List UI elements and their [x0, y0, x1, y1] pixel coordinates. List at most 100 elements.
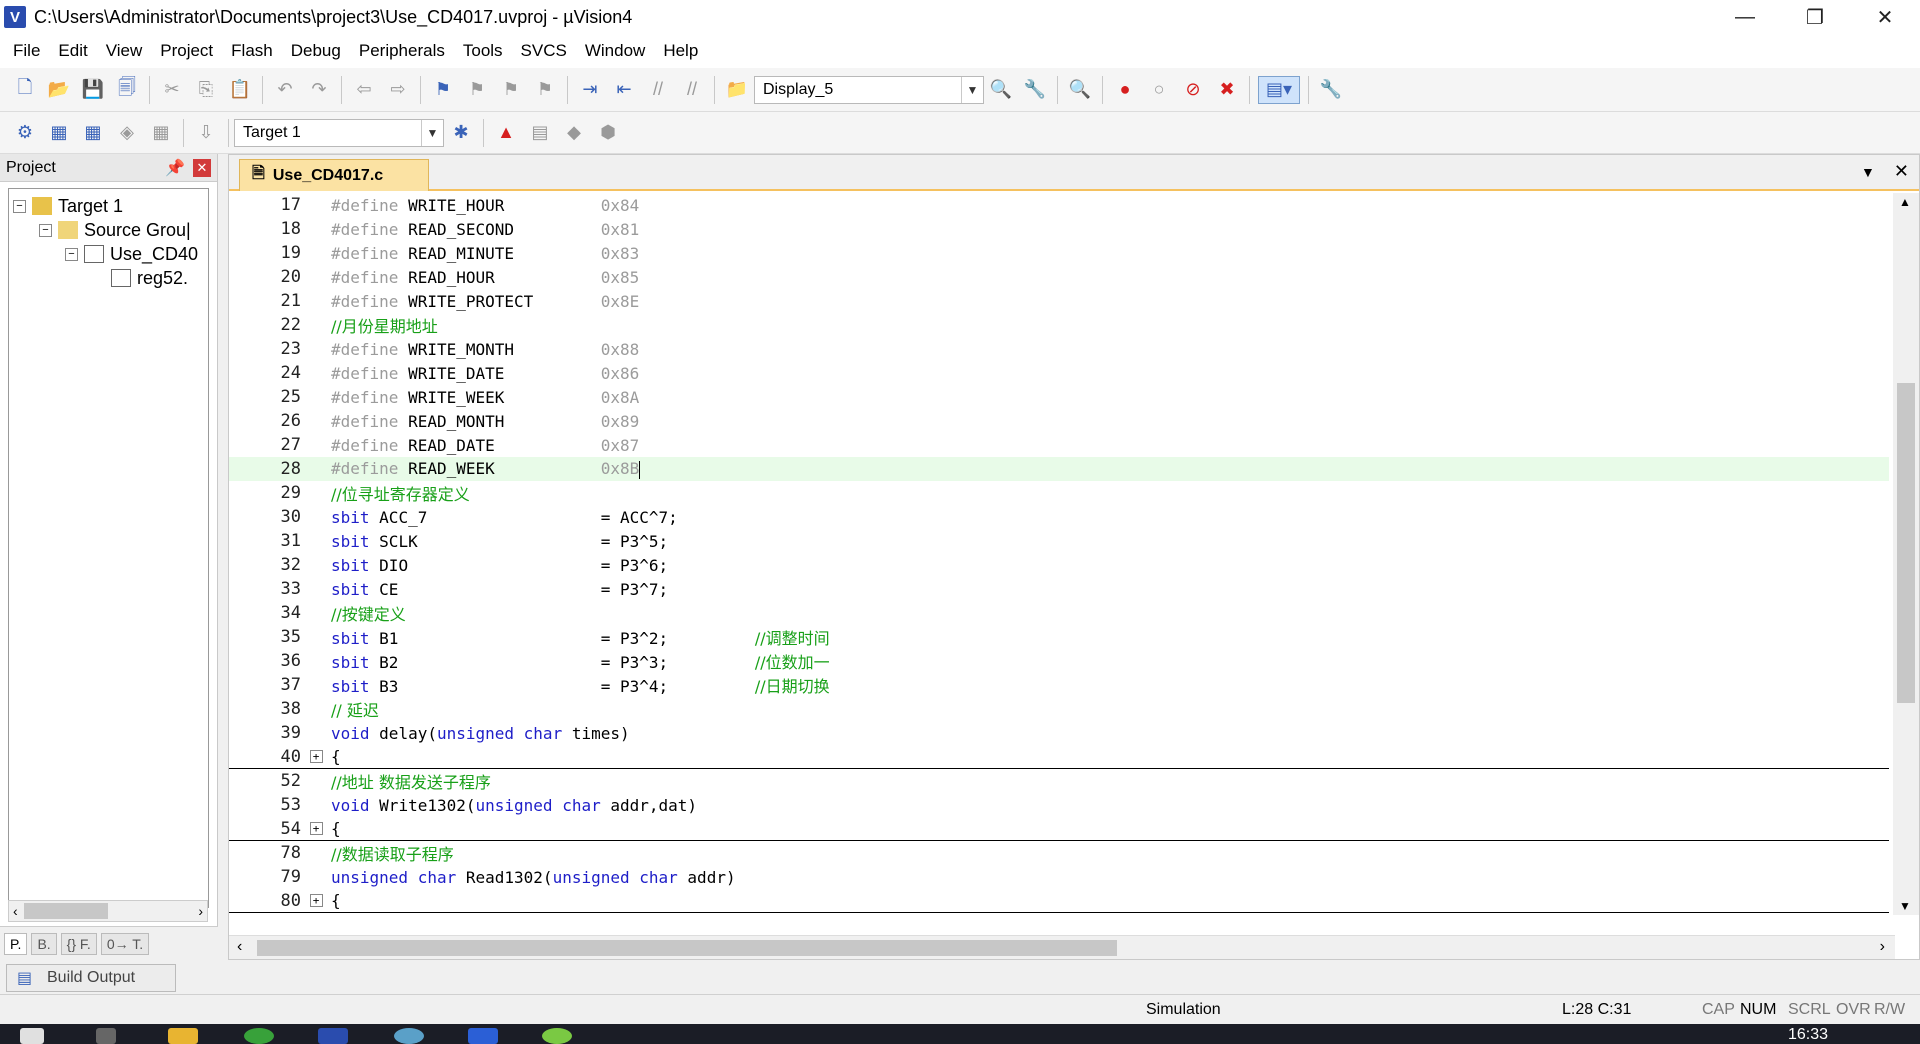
code-line[interactable]: 28 #define READ_WEEK 0x8B: [229, 457, 1889, 481]
breakpoint-insert-icon[interactable]: ●: [1111, 76, 1139, 104]
menu-window[interactable]: Window: [576, 41, 654, 61]
menu-edit[interactable]: Edit: [49, 41, 96, 61]
tab-use-cd4017[interactable]: 🗎 Use_CD4017.c: [239, 159, 429, 191]
menu-flash[interactable]: Flash: [222, 41, 282, 61]
breakpoint-enable-icon[interactable]: ○: [1145, 76, 1173, 104]
code-line[interactable]: 21 #define WRITE_PROTECT 0x8E: [229, 289, 1889, 313]
bookmark-next-icon[interactable]: ⚑: [497, 76, 525, 104]
find-in-files-icon[interactable]: 📁: [723, 76, 751, 104]
scroll-right-icon[interactable]: ›: [198, 903, 203, 919]
collapse-icon[interactable]: −: [13, 199, 26, 213]
code-line[interactable]: 80 + {: [229, 889, 1889, 913]
menu-tools[interactable]: Tools: [454, 41, 512, 61]
restore-button[interactable]: ❐: [1780, 0, 1850, 34]
unindent-icon[interactable]: ⇤: [610, 76, 638, 104]
tab-templates[interactable]: 0→ T.: [100, 932, 150, 955]
chevron-down-icon[interactable]: ▼: [961, 76, 983, 103]
window-layout-icon[interactable]: ▤▾: [1258, 75, 1300, 104]
new-file-icon[interactable]: 🗋: [11, 76, 39, 104]
find-icon[interactable]: 🔍: [987, 76, 1015, 104]
code-line[interactable]: 34 //按键定义: [229, 601, 1889, 625]
fold-gutter[interactable]: +: [307, 894, 325, 908]
app-icon[interactable]: [394, 1028, 424, 1044]
manage-rte-icon[interactable]: ⬢: [594, 119, 622, 147]
code-line[interactable]: 54 + {: [229, 817, 1889, 841]
code-line[interactable]: 40 + {: [229, 745, 1889, 769]
code-line[interactable]: 36 sbit B2 = P3^3; //位数加一: [229, 649, 1889, 673]
expand-fold-icon[interactable]: +: [309, 822, 323, 835]
cut-icon[interactable]: ✂: [158, 76, 186, 104]
rebuild-icon[interactable]: ▦: [79, 119, 107, 147]
build-icon[interactable]: ▦: [45, 119, 73, 147]
scroll-up-icon[interactable]: ▲: [1899, 195, 1911, 209]
bookmark-clear-icon[interactable]: ⚑: [531, 76, 559, 104]
menu-svcs[interactable]: SVCS: [512, 41, 576, 61]
project-hscrollbar[interactable]: ‹ ›: [8, 900, 208, 922]
code-line[interactable]: 78 //数据读取子程序: [229, 841, 1889, 865]
menu-file[interactable]: File: [4, 41, 49, 61]
tree-item-target[interactable]: − Target 1: [13, 193, 123, 219]
menu-debug[interactable]: Debug: [282, 41, 350, 61]
close-button[interactable]: ✕: [1850, 0, 1920, 34]
bookmark-prev-icon[interactable]: ⚑: [463, 76, 491, 104]
code-line[interactable]: 38 // 延迟: [229, 697, 1889, 721]
app-icon-2[interactable]: [468, 1028, 498, 1044]
tab-list-chevron-icon[interactable]: ▼: [1861, 164, 1875, 180]
breakpoint-disable-all-icon[interactable]: ⊘: [1179, 76, 1207, 104]
bookmark-toggle-icon[interactable]: ⚑: [429, 76, 457, 104]
code-line[interactable]: 22 //月份星期地址: [229, 313, 1889, 337]
editor-hscrollbar[interactable]: ‹ ›: [229, 935, 1895, 959]
menu-peripherals[interactable]: Peripherals: [350, 41, 454, 61]
tree-item-source-file[interactable]: − Use_CD40: [65, 241, 198, 267]
pin-icon[interactable]: 📌: [165, 158, 185, 178]
scroll-right-icon[interactable]: ›: [1880, 938, 1885, 956]
translate-icon[interactable]: ⚙: [11, 119, 39, 147]
code-line[interactable]: 27 #define READ_DATE 0x87: [229, 433, 1889, 457]
minimize-button[interactable]: —: [1710, 0, 1780, 34]
tree-item-header-file[interactable]: reg52.: [111, 265, 188, 291]
vscroll-thumb[interactable]: [1897, 383, 1915, 703]
manage-multi-project-icon[interactable]: ▤: [526, 119, 554, 147]
tab-project[interactable]: P.: [4, 932, 28, 955]
target-combo[interactable]: Target 1 ▼: [234, 118, 444, 147]
file-explorer-icon[interactable]: [168, 1028, 198, 1044]
code-line[interactable]: 33 sbit CE = P3^7;: [229, 577, 1889, 601]
browser-icon[interactable]: [244, 1028, 274, 1044]
code-line[interactable]: 52 //地址 数据发送子程序: [229, 769, 1889, 793]
fold-gutter[interactable]: +: [307, 750, 325, 764]
code-line[interactable]: 39 void delay(unsigned char times): [229, 721, 1889, 745]
menu-help[interactable]: Help: [654, 41, 707, 61]
uvision-taskbar-icon[interactable]: [318, 1028, 348, 1044]
code-line[interactable]: 20 #define READ_HOUR 0x85: [229, 265, 1889, 289]
save-icon[interactable]: 💾: [79, 76, 107, 104]
editor-vscrollbar[interactable]: ▲ ▼: [1893, 193, 1919, 915]
navigate-forward-icon[interactable]: ⇨: [384, 76, 412, 104]
tab-build-output[interactable]: ▤ Build Output: [6, 964, 176, 992]
paste-icon[interactable]: 📋: [226, 76, 254, 104]
scroll-left-icon[interactable]: ‹: [13, 903, 18, 919]
comment-icon[interactable]: //: [644, 76, 672, 104]
uncomment-icon[interactable]: //: [678, 76, 706, 104]
indent-icon[interactable]: ⇥: [576, 76, 604, 104]
code-area[interactable]: 17 #define WRITE_HOUR 0x84 18 #define READ_…: [229, 193, 1889, 915]
code-line[interactable]: 19 #define READ_MINUTE 0x83: [229, 241, 1889, 265]
code-line[interactable]: 107//初始化DS1302: [229, 913, 1889, 915]
configure-icon[interactable]: 🔧: [1317, 76, 1345, 104]
menu-project[interactable]: Project: [151, 41, 222, 61]
code-line[interactable]: 37 sbit B3 = P3^4; //日期切换: [229, 673, 1889, 697]
breakpoint-kill-all-icon[interactable]: ✖: [1213, 76, 1241, 104]
code-line[interactable]: 35 sbit B1 = P3^2; //调整时间: [229, 625, 1889, 649]
menu-view[interactable]: View: [97, 41, 152, 61]
redo-icon[interactable]: ↷: [305, 76, 333, 104]
close-tab-icon[interactable]: ✕: [1894, 161, 1909, 181]
code-line[interactable]: 29 //位寻址寄存器定义: [229, 481, 1889, 505]
code-line[interactable]: 31 sbit SCLK = P3^5;: [229, 529, 1889, 553]
navigate-back-icon[interactable]: ⇦: [350, 76, 378, 104]
code-line[interactable]: 17 #define WRITE_HOUR 0x84: [229, 193, 1889, 217]
select-packs-icon[interactable]: ◆: [560, 119, 588, 147]
chevron-down-icon[interactable]: ▼: [421, 119, 443, 146]
open-file-icon[interactable]: 📂: [45, 76, 73, 104]
collapse-icon[interactable]: −: [39, 223, 52, 237]
fold-gutter[interactable]: +: [307, 822, 325, 836]
hscroll-thumb[interactable]: [257, 940, 1117, 956]
